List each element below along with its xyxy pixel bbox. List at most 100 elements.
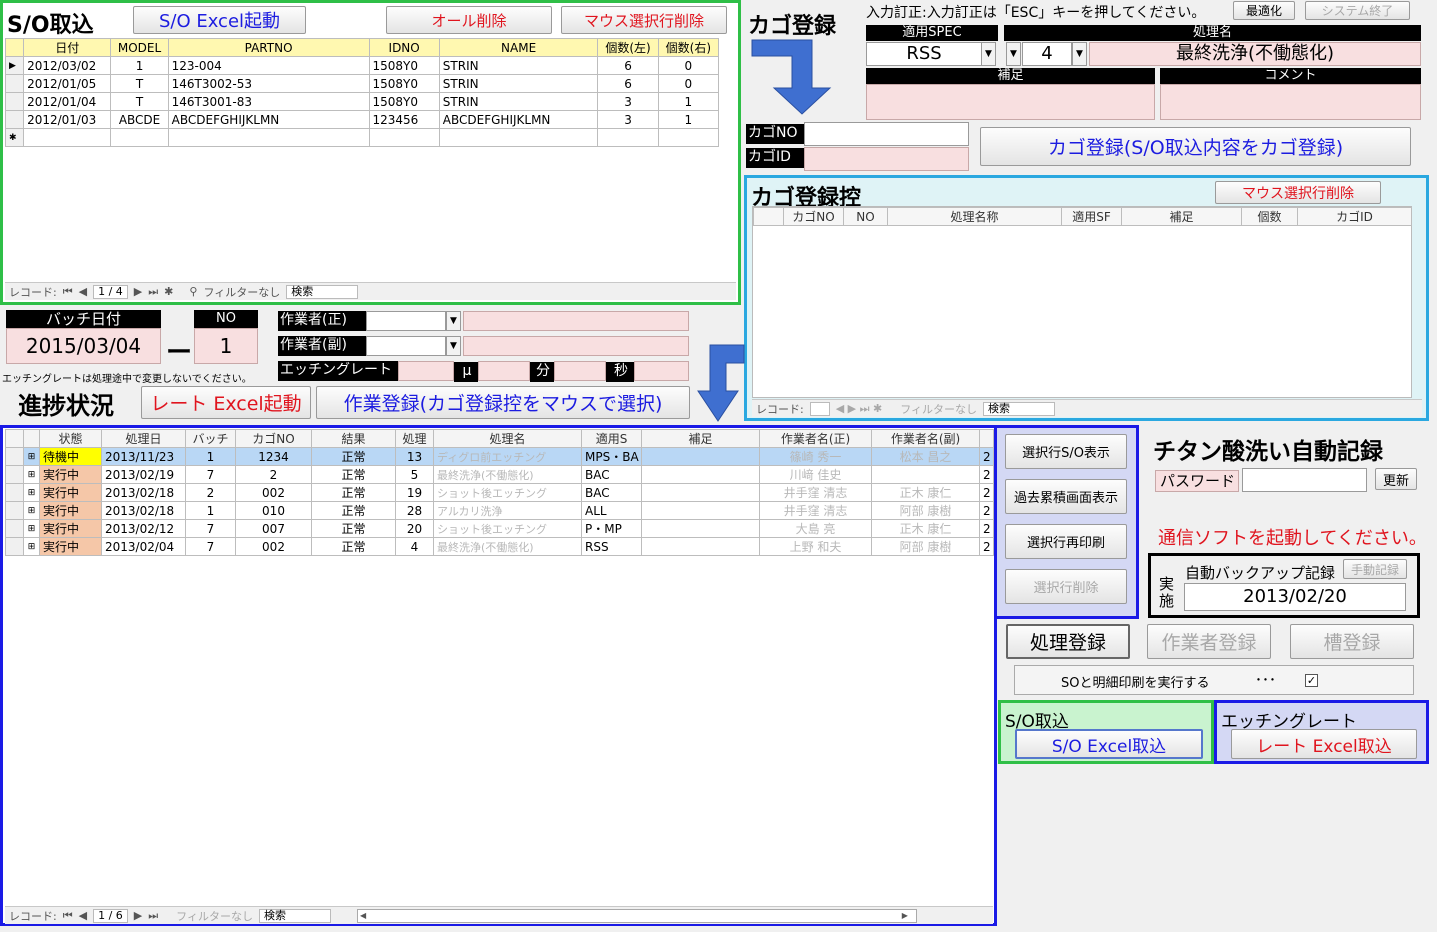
overflow-cell[interactable]: 2 (979, 501, 994, 520)
row-selector[interactable] (4, 92, 25, 111)
prog-col-note[interactable]: 補足 (641, 429, 760, 448)
status-cell[interactable]: 実行中 (39, 519, 102, 538)
search-input[interactable]: 検索 (258, 908, 331, 923)
so-col-name[interactable]: NAME (438, 38, 599, 57)
row-selector[interactable] (4, 74, 25, 93)
worker-sub-cell[interactable]: 正木 康仁 (871, 483, 980, 502)
table-cell[interactable]: T (110, 74, 169, 93)
table-cell[interactable]: 1508Y0 (368, 74, 440, 93)
date-cell[interactable]: 2013/02/04 (101, 537, 186, 556)
prog-col-result[interactable]: 結果 (311, 429, 396, 448)
last-record-icon[interactable]: ⏭ (148, 285, 158, 299)
first-record-icon[interactable]: ⏮ (63, 285, 73, 299)
result-cell[interactable]: 正常 (311, 447, 396, 466)
batch-cell[interactable]: 7 (185, 537, 236, 556)
status-cell[interactable]: 実行中 (39, 465, 102, 484)
so-col-idno[interactable]: IDNO (368, 38, 440, 57)
manual-backup-button[interactable]: 手動記録 (1343, 559, 1407, 579)
table-row[interactable]: 2012/01/03 ABCDE ABCDEFGHIJKLMN 123456 ABCDE… (4, 110, 720, 129)
table-cell[interactable]: T (110, 92, 169, 111)
date-cell[interactable]: 2013/02/18 (101, 501, 186, 520)
ctl-col-procname[interactable]: 処理名称 (887, 207, 1062, 226)
row-selector[interactable] (5, 537, 24, 556)
clear-all-button[interactable]: オール削除 (386, 6, 552, 34)
worker-main-cell[interactable]: 篠崎 秀一 (759, 447, 872, 466)
prev-record-icon[interactable]: ◀ (79, 909, 87, 922)
comment-field[interactable] (1160, 84, 1421, 120)
proc-cell[interactable]: 19 (395, 483, 434, 502)
table-cell[interactable]: 1 (657, 110, 720, 129)
table-cell[interactable]: ABCDE (110, 110, 169, 129)
prog-col-worker-main[interactable]: 作業者名(正) (759, 429, 872, 448)
history-button[interactable]: 過去累積画面表示 (1005, 479, 1127, 514)
overflow-cell[interactable]: 2 (979, 483, 994, 502)
worker-sub-cell[interactable]: 正木 康仁 (871, 519, 980, 538)
table-cell[interactable]: ABCDEFGHIJKLMN (438, 110, 599, 129)
expand-icon[interactable]: ⊞ (23, 465, 40, 484)
date-cell[interactable]: 2013/02/12 (101, 519, 186, 538)
table-row[interactable]: 2012/01/04 T 146T3001-83 1508Y0 STRIN 3 1 (4, 92, 720, 111)
kago-cell[interactable]: 007 (235, 519, 312, 538)
worker-main-cell[interactable]: 川﨑 佳史 (759, 465, 872, 484)
overflow-cell[interactable]: 2 (979, 465, 994, 484)
rate-excel-button[interactable]: レート Excel起動 (141, 386, 311, 419)
prog-col-batch[interactable]: バッチ (185, 429, 236, 448)
search-input[interactable]: 検索 (983, 401, 1056, 416)
result-cell[interactable]: 正常 (311, 483, 396, 502)
so-col-date[interactable]: 日付 (23, 38, 112, 57)
expand-icon[interactable]: ⊞ (23, 519, 40, 538)
table-row[interactable]: ▶ 2012/03/02 1 123-004 1508Y0 STRIN 6 0 (4, 56, 720, 75)
date-cell[interactable]: 2013/02/18 (101, 483, 186, 502)
kago-cell[interactable]: 010 (235, 501, 312, 520)
delete-row-button[interactable]: 選択行削除 (1005, 569, 1127, 604)
proc-cell[interactable]: 4 (395, 537, 434, 556)
ctl-col-spec[interactable]: 適用SF (1061, 207, 1122, 226)
last-record-icon[interactable]: ⏭ (148, 909, 158, 923)
filter-icon[interactable]: ⚲ (189, 285, 197, 298)
proc-name-field[interactable]: 最終洗浄(不働態化) (1089, 42, 1421, 66)
status-cell[interactable]: 実行中 (39, 537, 102, 556)
proc-dropdown-a-icon[interactable]: ▼ (1006, 42, 1021, 66)
kago-register-button[interactable]: カゴ登録(S/O取込内容をカゴ登録) (980, 127, 1411, 166)
spec-dropdown-icon[interactable]: ▼ (981, 42, 996, 66)
so-import-button[interactable]: S/O Excel取込 (1015, 729, 1203, 759)
spec-cell[interactable]: RSS (581, 537, 642, 556)
procname-cell[interactable]: アルカリ洗浄 (433, 501, 582, 520)
nav-arrows-icon[interactable]: ◀ ▶ ⏭ ✱ (836, 402, 883, 416)
overflow-cell[interactable]: 2 (979, 519, 994, 538)
table-row[interactable]: ⊞ 実行中 2013/02/04 7 002 正常 4 最終洗浄(不働態化) RSS 上野 和夫阿… (5, 537, 994, 556)
worker-register-button[interactable]: 作業者登録 (1147, 624, 1271, 659)
batch-no-field[interactable]: 1 (194, 328, 258, 364)
kago-cell[interactable]: 2 (235, 465, 312, 484)
system-exit-button[interactable]: システム終了 (1305, 1, 1410, 20)
note-cell[interactable] (641, 483, 760, 502)
next-record-icon[interactable]: ▶ (134, 285, 142, 298)
worker-sub-cell[interactable] (871, 465, 980, 484)
row-selector[interactable] (4, 110, 25, 129)
kago-cell[interactable]: 002 (235, 537, 312, 556)
kago-cell[interactable]: 002 (235, 483, 312, 502)
row-selector[interactable] (5, 519, 24, 538)
worker-main-cell[interactable]: 上野 和夫 (759, 537, 872, 556)
batch-cell[interactable]: 7 (185, 519, 236, 538)
table-cell[interactable]: STRIN (438, 74, 599, 93)
record-position[interactable]: 1 / 6 (93, 908, 128, 923)
table-cell[interactable]: 146T3001-83 (167, 92, 370, 111)
spec-cell[interactable]: BAC (581, 465, 642, 484)
status-cell[interactable]: 待機中 (39, 447, 102, 466)
so-col-model[interactable]: MODEL (110, 38, 169, 57)
row-selector[interactable] (5, 501, 24, 520)
etching-sec-input[interactable] (554, 361, 606, 381)
ctl-col-no[interactable]: NO (843, 207, 888, 226)
expand-icon[interactable]: ⊞ (23, 501, 40, 520)
worker-main-dropdown-icon[interactable]: ▼ (446, 311, 461, 331)
record-position[interactable] (809, 401, 830, 416)
etching-extra-input[interactable] (634, 361, 689, 381)
date-cell[interactable]: 2013/02/19 (101, 465, 186, 484)
prog-col-spec[interactable]: 適用S (581, 429, 642, 448)
kago-control-delete-button[interactable]: マウス選択行削除 (1215, 181, 1381, 204)
table-cell[interactable]: 6 (597, 56, 659, 75)
kago-id-input[interactable] (804, 147, 969, 171)
prog-col-worker-sub[interactable]: 作業者名(副) (871, 429, 980, 448)
worker-sub-cell[interactable]: 阿部 康樹 (871, 501, 980, 520)
